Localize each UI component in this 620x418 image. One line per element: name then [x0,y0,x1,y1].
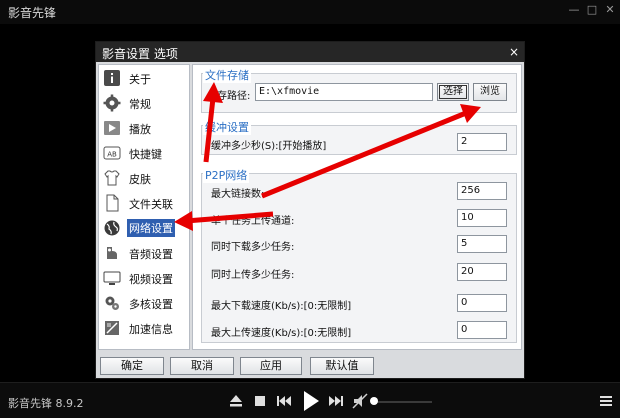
apply-button[interactable]: 应用 [240,357,302,375]
upload-channels-label: 单个任务上传通道: [211,216,295,227]
sidebar-item-skin[interactable]: 皮肤 [101,167,187,189]
cancel-button[interactable]: 取消 [170,357,234,375]
keyboard-icon: AB [103,144,121,162]
minimize-button[interactable]: — [566,2,582,18]
cpu-gear-icon [103,294,121,312]
monitor-icon [103,269,121,287]
sidebar-item-audio[interactable]: 音频设置 [101,242,187,264]
sidebar-item-network[interactable]: 网络设置 [101,217,187,239]
sidebar-item-label: 快捷键 [129,148,162,161]
sidebar-item-acceleration[interactable]: 加速信息 [101,317,187,339]
sidebar-item-file-association[interactable]: 文件关联 [101,192,187,214]
browse-folder-button[interactable]: 浏览 [473,83,507,101]
sidebar-item-hotkeys[interactable]: AB 快捷键 [101,142,187,164]
save-path-input[interactable]: E:\xfmovie [255,83,433,101]
buffer-group-title: 缓冲设置 [203,119,251,135]
info-icon [103,69,121,87]
sidebar-item-label: 音频设置 [129,248,173,261]
sidebar-item-playback[interactable]: 播放 [101,117,187,139]
select-folder-button[interactable]: 选择 [437,83,469,101]
stop-icon[interactable] [250,391,270,411]
sidebar-item-label: 常规 [129,98,151,111]
storage-group-title: 文件存储 [203,67,251,83]
next-icon[interactable] [326,391,346,411]
file-icon [103,194,121,212]
dialog-title: 影音设置 选项 [102,47,178,61]
max-download-speed-label: 最大下载速度(Kb/s):[0:无限制] [211,301,352,312]
sidebar-item-video[interactable]: 视频设置 [101,267,187,289]
sidebar-item-multicore[interactable]: 多核设置 [101,292,187,314]
max-connections-label: 最大链接数: [211,189,265,200]
sidebar-item-label: 加速信息 [129,323,173,336]
max-connections-input[interactable]: 256 [457,182,507,200]
mute-icon[interactable] [350,391,370,411]
concurrent-downloads-label: 同时下载多少任务: [211,242,295,253]
maximize-button[interactable]: □ [584,2,600,18]
buffer-seconds-label: 缓冲多少秒(S):[开始播放] [211,141,327,152]
ok-button[interactable]: 确定 [100,357,164,375]
upload-channels-input[interactable]: 10 [457,209,507,227]
sidebar-item-label: 播放 [129,123,151,136]
concurrent-downloads-input[interactable]: 5 [457,235,507,253]
previous-icon[interactable] [274,391,294,411]
sidebar-item-label: 多核设置 [129,298,173,311]
eject-icon[interactable] [226,391,246,411]
shirt-icon [103,169,121,187]
dialog-close-button[interactable]: × [509,45,519,59]
p2p-group-title: P2P网络 [203,167,250,183]
max-download-speed-input[interactable]: 0 [457,294,507,312]
sidebar-item-label: 文件关联 [129,198,173,211]
control-bar: 影音先锋 8.9.2 [0,382,620,418]
player-title: 影音先锋 [8,6,57,20]
globe-icon [103,219,121,237]
max-upload-speed-label: 最大上传速度(Kb/s):[0:无限制] [211,328,352,339]
max-upload-speed-input[interactable]: 0 [457,321,507,339]
volume-track[interactable] [372,401,432,403]
sidebar-item-label: 皮肤 [129,173,151,186]
default-button[interactable]: 默认值 [310,357,374,375]
sidebar-item-label: 网络设置 [127,219,175,237]
version-label: 影音先锋 8.9.2 [8,397,84,410]
gear-icon [103,94,121,112]
chip-icon [103,319,121,337]
settings-dialog: 影音设置 选项 × 关于 常规 播放 AB 快捷键 皮肤 文件关联 网络设置 音… [95,41,525,379]
speaker-icon [103,244,121,262]
play-icon [103,119,121,137]
dialog-title-bar: 影音设置 选项 × [96,42,524,62]
volume-slider-handle[interactable] [370,397,378,405]
sidebar-item-label: 视频设置 [129,273,173,286]
close-button[interactable]: ✕ [602,2,618,18]
svg-text:AB: AB [107,151,117,159]
sidebar-item-general[interactable]: 常规 [101,92,187,114]
sidebar-item-label: 关于 [129,73,151,86]
player-title-bar: 影音先锋 — □ ✕ [0,0,620,24]
sidebar-item-about[interactable]: 关于 [101,67,187,89]
save-path-label: 保存路径: [207,91,251,102]
settings-content: 文件存储 保存路径: E:\xfmovie 选择 浏览 缓冲设置 缓冲多少秒(S… [192,64,522,350]
concurrent-uploads-input[interactable]: 20 [457,263,507,281]
settings-sidebar: 关于 常规 播放 AB 快捷键 皮肤 文件关联 网络设置 音频设置 视频设置 多… [98,64,190,350]
playlist-icon[interactable] [596,391,616,411]
concurrent-uploads-label: 同时上传多少任务: [211,270,295,281]
play-icon[interactable] [298,388,322,414]
buffer-seconds-input[interactable]: 2 [457,133,507,151]
